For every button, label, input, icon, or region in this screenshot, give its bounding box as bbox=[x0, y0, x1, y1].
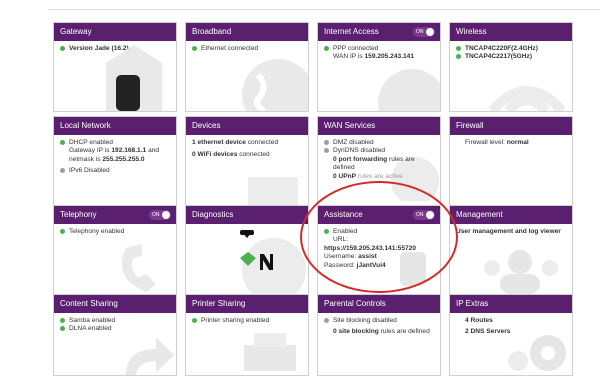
wan-ip: 159.205.243.141 bbox=[364, 53, 415, 61]
management-desc: User management and log viewer bbox=[456, 228, 561, 235]
tile-printer-sharing[interactable]: Printer Sharing Printer sharing enabled bbox=[185, 294, 309, 376]
tile-title: Management bbox=[450, 206, 572, 224]
globe-icon bbox=[378, 69, 440, 111]
tile-content-sharing[interactable]: Content Sharing Samba enabled DLNA enabl… bbox=[53, 294, 177, 376]
tile-firewall[interactable]: Firewall Firewall level: normal bbox=[449, 116, 573, 206]
status-dot bbox=[324, 45, 329, 51]
ssid-5: TNCAP4C2217(5GHz) bbox=[465, 53, 533, 61]
tile-gateway[interactable]: Gateway Version Jade (16.2) bbox=[53, 22, 177, 112]
status-dot bbox=[456, 54, 461, 60]
ethernet-count: 1 ethernet device bbox=[192, 139, 246, 146]
tile-parental-controls[interactable]: Parental Controls Site blocking disabled… bbox=[317, 294, 441, 376]
printer-icon bbox=[244, 333, 296, 371]
tile-local-network[interactable]: Local Network DHCP enabled Gateway IP is… bbox=[53, 116, 177, 206]
site-blocking-count: 0 site blocking bbox=[333, 328, 379, 336]
tile-title: Parental Controls bbox=[318, 295, 440, 313]
upnp-count: 0 UPnP bbox=[333, 172, 357, 180]
ssid-24: TNCAP4C220F(2.4GHz) bbox=[465, 45, 538, 52]
wifi-count: 0 WiFi devices bbox=[192, 151, 238, 159]
firewall-level: normal bbox=[506, 139, 529, 146]
internet-toggle[interactable]: ON bbox=[413, 27, 435, 37]
tile-title: Gateway bbox=[54, 23, 176, 41]
tile-title: Content Sharing bbox=[54, 295, 176, 313]
status-dot bbox=[60, 139, 65, 145]
status-dot bbox=[324, 148, 329, 154]
diagnostics-icon bbox=[240, 230, 306, 294]
tile-ip-extras[interactable]: IP Extras 4 Routes 2 DNS Servers bbox=[449, 294, 573, 376]
tile-title: Printer Sharing bbox=[186, 295, 308, 313]
gateway-ip: 192.168.1.1 bbox=[111, 147, 147, 155]
status-dot bbox=[456, 45, 461, 51]
globe-icon bbox=[242, 59, 308, 111]
status-dot bbox=[60, 317, 65, 323]
tile-internet-access[interactable]: Internet Access ON PPP connected WAN IP … bbox=[317, 22, 441, 112]
tile-title: Internet Access ON bbox=[318, 23, 440, 41]
share-icon bbox=[126, 337, 174, 375]
tile-management[interactable]: Management User management and log viewe… bbox=[449, 205, 573, 295]
wifi-icon bbox=[488, 86, 566, 111]
tile-diagnostics[interactable]: Diagnostics bbox=[185, 205, 309, 295]
tile-broadband[interactable]: Broadband Ethernet connected bbox=[185, 22, 309, 112]
telephony-toggle[interactable]: ON bbox=[149, 210, 171, 220]
status-dot bbox=[192, 45, 197, 51]
status-dot bbox=[324, 317, 329, 323]
house-icon bbox=[106, 45, 162, 111]
status-dot bbox=[324, 139, 329, 145]
tile-wireless[interactable]: Wireless TNCAP4C220F(2.4GHz) TNCAP4C2217… bbox=[449, 22, 573, 112]
tile-title: IP Extras bbox=[450, 295, 572, 313]
highlight-circle bbox=[300, 181, 458, 293]
dns-servers-count: 2 DNS Servers bbox=[465, 328, 511, 336]
users-icon bbox=[484, 250, 558, 294]
port-forwarding-count: 0 port forwarding bbox=[333, 155, 388, 163]
tile-telephony[interactable]: Telephony ON Telephony enabled bbox=[53, 205, 177, 295]
status-dot bbox=[60, 228, 65, 234]
tile-title: Broadband bbox=[186, 23, 308, 41]
tile-title: Telephony ON bbox=[54, 206, 176, 224]
devices-icon bbox=[248, 177, 298, 205]
tile-title: Local Network bbox=[54, 117, 176, 135]
phone-icon bbox=[121, 244, 156, 292]
tile-title: Devices bbox=[186, 117, 308, 135]
tile-devices[interactable]: Devices 1 ethernet device connected 0 Wi… bbox=[185, 116, 309, 206]
ppp-status: PPP connected bbox=[333, 45, 379, 52]
tile-title: Diagnostics bbox=[186, 206, 308, 224]
status-dot bbox=[192, 317, 197, 323]
top-divider bbox=[48, 9, 600, 10]
status-dot bbox=[60, 326, 65, 332]
netmask: 255.255.255.0 bbox=[102, 155, 145, 163]
tile-title: WAN Services bbox=[318, 117, 440, 135]
tile-title: Firewall bbox=[450, 117, 572, 135]
tile-title: Wireless bbox=[450, 23, 572, 41]
routes-count: 4 Routes bbox=[465, 317, 493, 324]
status-dot bbox=[60, 167, 65, 173]
